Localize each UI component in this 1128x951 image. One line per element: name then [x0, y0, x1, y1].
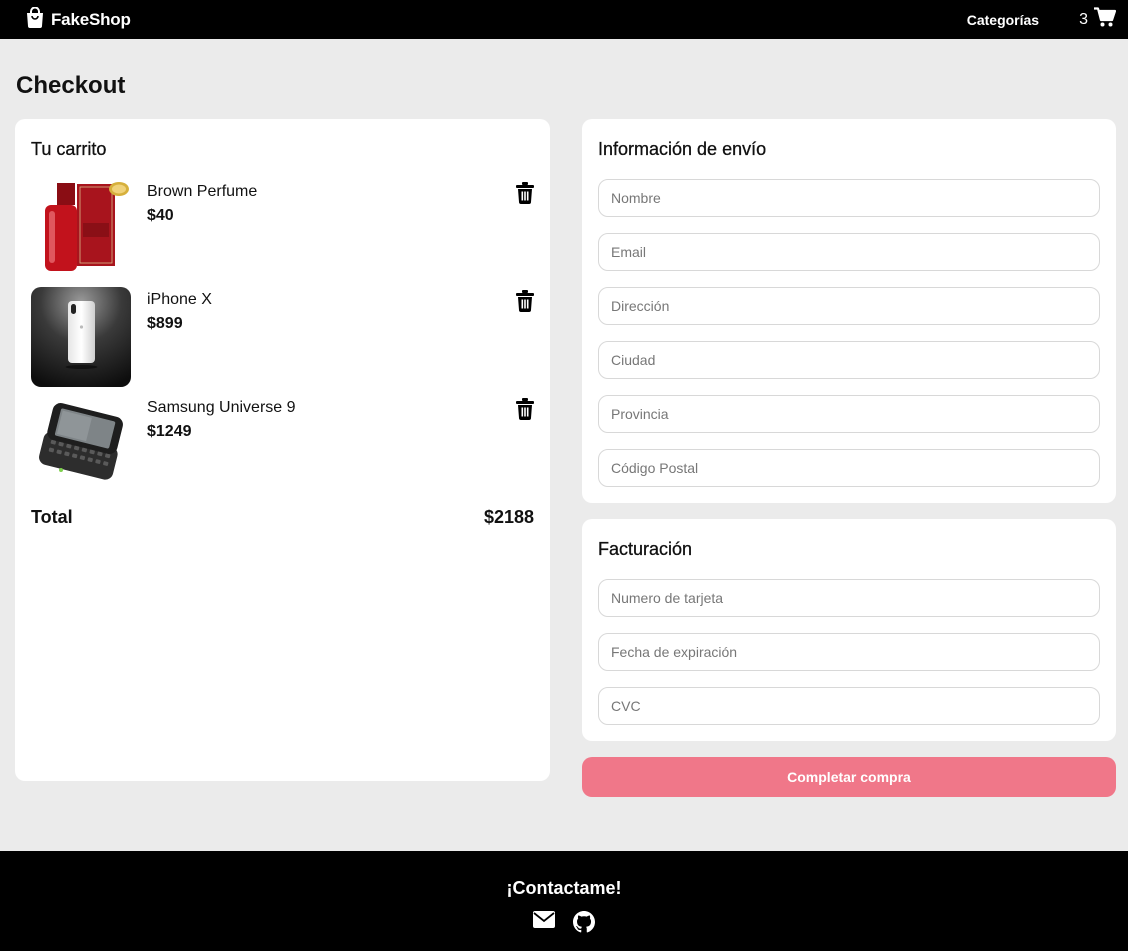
- card-number-field[interactable]: [598, 579, 1100, 617]
- complete-purchase-button[interactable]: Completar compra: [582, 757, 1116, 797]
- shipping-title: Información de envío: [598, 139, 767, 159]
- cart-title: Tu carrito: [31, 139, 107, 159]
- cart-item: iPhone X $899: [31, 287, 534, 387]
- footer: ¡Contactame!: [0, 851, 1128, 951]
- expiration-date-field[interactable]: [598, 633, 1100, 671]
- cart-card: Tu carrito Brown Perfume $40 iPhone X $8…: [15, 119, 550, 781]
- province-field[interactable]: [598, 395, 1100, 433]
- billing-title: Facturación: [598, 539, 693, 559]
- product-image-perfume: [31, 179, 131, 279]
- page-title: Checkout: [16, 72, 126, 99]
- trash-icon[interactable]: [516, 290, 534, 312]
- city-field[interactable]: [598, 341, 1100, 379]
- item-price: $1249: [147, 423, 192, 440]
- shopping-bag-icon: [25, 6, 45, 33]
- trash-icon[interactable]: [516, 182, 534, 204]
- item-name: Brown Perfume: [147, 183, 258, 200]
- postal-code-field[interactable]: [598, 449, 1100, 487]
- product-image-samsung: [31, 395, 131, 495]
- total-row: Total $2188: [31, 507, 534, 528]
- mail-icon[interactable]: [533, 911, 555, 938]
- product-image-iphone: [31, 287, 131, 387]
- item-price: $899: [147, 315, 183, 332]
- cvc-field[interactable]: [598, 687, 1100, 725]
- brand-name: FakeShop: [51, 9, 131, 29]
- brand-link[interactable]: FakeShop: [25, 6, 131, 33]
- item-price: $40: [147, 207, 174, 224]
- cart-count: 3: [1079, 10, 1088, 28]
- billing-card: Facturación: [582, 519, 1116, 741]
- cart-item: Brown Perfume $40: [31, 179, 534, 279]
- github-icon[interactable]: [573, 911, 595, 938]
- total-value: $2188: [483, 507, 534, 527]
- total-label: Total: [31, 507, 73, 527]
- navbar: FakeShop Categorías 3: [0, 0, 1128, 39]
- cart-button[interactable]: 3: [1079, 7, 1117, 32]
- shipping-card: Información de envío: [582, 119, 1116, 503]
- name-field[interactable]: [598, 179, 1100, 217]
- item-name: iPhone X: [147, 291, 212, 308]
- footer-title: ¡Contactame!: [506, 878, 622, 898]
- address-field[interactable]: [598, 287, 1100, 325]
- cart-item: Samsung Universe 9 $1249: [31, 395, 534, 495]
- cart-icon: [1094, 7, 1117, 32]
- categories-link[interactable]: Categorías: [967, 12, 1039, 28]
- trash-icon[interactable]: [516, 398, 534, 420]
- item-name: Samsung Universe 9: [147, 399, 296, 416]
- email-field[interactable]: [598, 233, 1100, 271]
